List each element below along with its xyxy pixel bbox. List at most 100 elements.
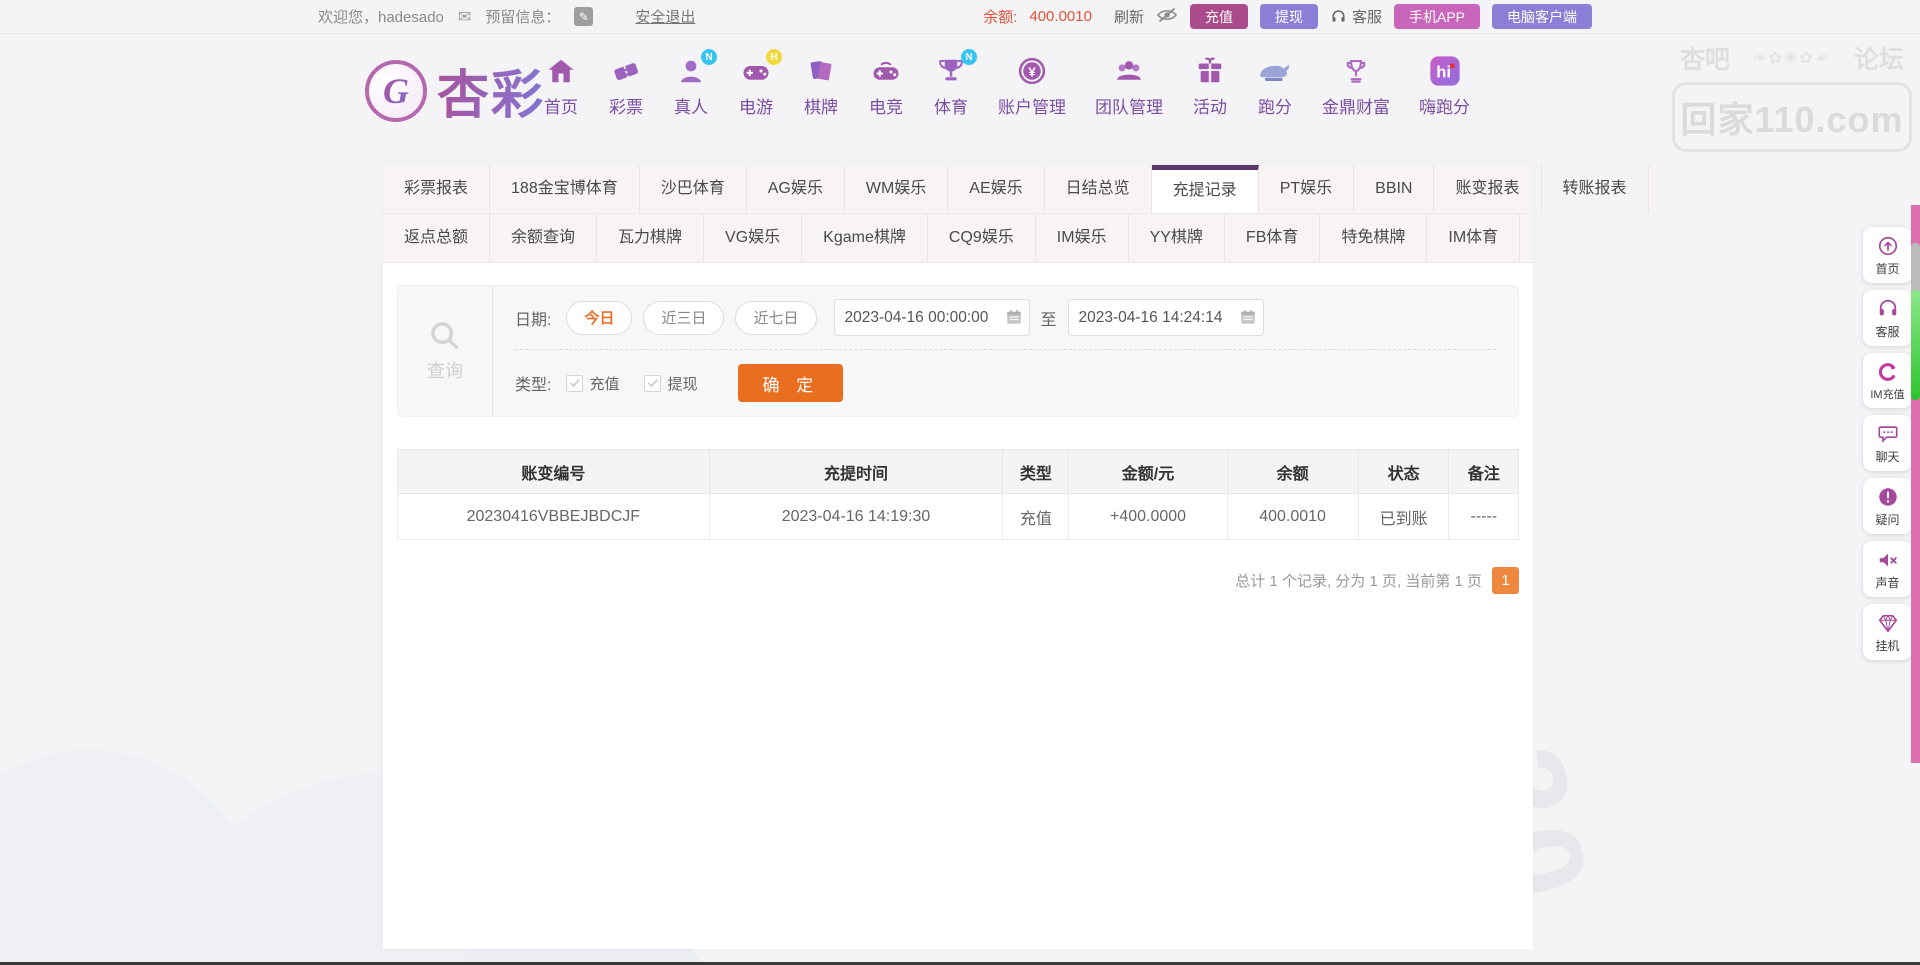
tab-ae-yule[interactable]: AE娱乐 — [948, 165, 1044, 213]
side-item-idle[interactable]: 挂机 — [1863, 604, 1912, 660]
side-item-question[interactable]: 疑问 — [1863, 478, 1912, 534]
tab-vg-yule[interactable]: VG娱乐 — [704, 214, 802, 262]
tab-temian-qipai[interactable]: 特免棋牌 — [1320, 214, 1427, 262]
tab-zhuanzhang-baobiao[interactable]: 转账报表 — [1542, 165, 1649, 213]
col-remark: 备注 — [1449, 450, 1519, 494]
svg-text:¥: ¥ — [1028, 64, 1036, 79]
type-label: 类型: — [515, 371, 551, 395]
nav-item-promotions[interactable]: 活动 — [1192, 53, 1228, 118]
side-item-chat[interactable]: 聊天 — [1863, 415, 1912, 471]
tab-kgame-qipai[interactable]: Kgame棋牌 — [802, 214, 928, 262]
main-panel: 彩票报表 188金宝博体育 沙巴体育 AG娱乐 WM娱乐 AE娱乐 日结总览 充… — [383, 165, 1533, 949]
hot-badge: H — [766, 49, 782, 65]
tab-188-jinbaobo[interactable]: 188金宝博体育 — [490, 165, 640, 213]
search-icon — [428, 319, 462, 353]
checkbox-icon — [566, 375, 583, 392]
nav-item-account[interactable]: ¥ 账户管理 — [998, 53, 1066, 118]
calendar-icon[interactable] — [1239, 308, 1257, 326]
page-1-button[interactable]: 1 — [1492, 567, 1519, 594]
tab-cq9-yule[interactable]: CQ9娱乐 — [928, 214, 1036, 262]
col-type: 类型 — [1003, 450, 1069, 494]
recharge-button[interactable]: 充值 — [1190, 4, 1248, 29]
cell-status: 已到账 — [1358, 494, 1449, 540]
headset-icon — [1330, 9, 1347, 25]
side-item-im-recharge[interactable]: IM充值 — [1863, 353, 1912, 408]
nav-item-egame[interactable]: H 电游 — [738, 53, 774, 118]
logo-text: 杏彩 — [437, 53, 545, 128]
tab-rijie-zonglan[interactable]: 日结总览 — [1045, 165, 1152, 213]
logout-link[interactable]: 安全退出 — [635, 6, 695, 27]
forum-watermark: 杏吧 ❧✿❀✿☙ 论坛 回家110.com — [1672, 40, 1912, 152]
col-time: 充提时间 — [709, 450, 1003, 494]
scrollbar-thumb[interactable] — [1911, 290, 1920, 400]
nav-item-jinding[interactable]: 金鼎财富 — [1322, 53, 1390, 118]
checkbox-icon — [644, 375, 661, 392]
tab-yy-qipai[interactable]: YY棋牌 — [1129, 214, 1225, 262]
date-from-input[interactable] — [834, 299, 1030, 336]
tab-im-tiyu[interactable]: IM体育 — [1427, 214, 1520, 262]
mobile-app-button[interactable]: 手机APP — [1394, 4, 1480, 29]
welcome-text: 欢迎您，hadesado — [318, 6, 444, 27]
col-amount: 金额/元 — [1069, 450, 1227, 494]
mute-speaker-icon — [1877, 549, 1899, 571]
tab-fandian-zonge[interactable]: 返点总额 — [383, 214, 490, 262]
eye-off-icon[interactable] — [1156, 7, 1178, 27]
main-nav: 首页 彩票 N 真人 H 电游 — [543, 53, 1470, 118]
tab-chongti-jilu-active[interactable]: 充提记录 — [1152, 165, 1259, 213]
scrollbar-track[interactable] — [1911, 205, 1920, 763]
confirm-button[interactable]: 确 定 — [738, 364, 843, 402]
nav-item-sports[interactable]: N 体育 — [933, 53, 969, 118]
nav-item-haipaofen[interactable]: hi 嗨跑分 — [1419, 53, 1470, 118]
nav-item-paofen[interactable]: 跑分 — [1257, 53, 1293, 118]
site-logo[interactable]: G 杏彩 — [365, 53, 545, 128]
nav-item-home[interactable]: 首页 — [543, 53, 579, 118]
playing-cards-icon — [803, 53, 839, 89]
tab-wm-yule[interactable]: WM娱乐 — [845, 165, 948, 213]
filter-box: 查询 日期: 今日 近三日 近七日 至 — [397, 285, 1519, 417]
tab-ag-yule[interactable]: AG娱乐 — [747, 165, 845, 213]
gamepad-icon: H — [738, 53, 774, 89]
preset-today-button[interactable]: 今日 — [566, 301, 632, 335]
hi-app-icon: hi — [1427, 53, 1463, 89]
side-item-service[interactable]: 客服 — [1863, 290, 1912, 346]
mail-icon[interactable]: ✉ — [458, 7, 471, 27]
preset-7days-button[interactable]: 近七日 — [735, 301, 816, 335]
tab-pt-yule[interactable]: PT娱乐 — [1259, 165, 1354, 213]
preset-3days-button[interactable]: 近三日 — [643, 301, 724, 335]
tab-im-yule[interactable]: IM娱乐 — [1036, 214, 1129, 262]
checkbox-withdraw[interactable]: 提现 — [644, 373, 697, 394]
table-header-row: 账变编号 充提时间 类型 金额/元 余额 状态 备注 — [398, 450, 1519, 494]
diamond-icon — [1877, 612, 1899, 634]
nav-item-lottery[interactable]: 彩票 — [608, 53, 644, 118]
tab-shaba-tiyu[interactable]: 沙巴体育 — [640, 165, 747, 213]
date-to-input[interactable] — [1068, 299, 1264, 336]
calendar-icon[interactable] — [1005, 308, 1023, 326]
pagination: 总计 1 个记录, 分为 1 页, 当前第 1 页 1 — [397, 567, 1519, 594]
nav-item-cards[interactable]: 棋牌 — [803, 53, 839, 118]
scrollbar-thumb-secondary[interactable] — [1911, 243, 1920, 295]
side-item-home[interactable]: 首页 — [1863, 227, 1912, 283]
nav-item-team[interactable]: 团队管理 — [1095, 53, 1163, 118]
site-header: G 杏彩 首页 彩票 N 真人 — [0, 35, 1920, 160]
pc-client-button[interactable]: 电脑客户端 — [1492, 4, 1592, 29]
tab-wali-qipai[interactable]: 瓦力棋牌 — [597, 214, 704, 262]
filter-divider — [515, 349, 1496, 350]
customer-service-link[interactable]: 客服 — [1330, 6, 1382, 27]
tab-yue-chaxun[interactable]: 余额查询 — [490, 214, 597, 262]
tab-zhangbian-baobiao[interactable]: 账变报表 — [1434, 165, 1541, 213]
tab-caipiao-baobiao[interactable]: 彩票报表 — [383, 165, 490, 213]
ticket-icon — [608, 53, 644, 89]
refresh-button[interactable]: 刷新 — [1114, 6, 1144, 27]
watermark-flourish: ❧✿❀✿☙ — [1730, 48, 1854, 68]
side-item-sound[interactable]: 声音 — [1863, 541, 1912, 597]
tab-bbin[interactable]: BBIN — [1354, 165, 1434, 213]
edit-icon[interactable]: ✎ — [574, 7, 593, 26]
logo-emblem-icon: G — [365, 60, 427, 122]
cell-account-change-id: 20230416VBBEJBDCJF — [398, 494, 710, 540]
withdraw-button[interactable]: 提现 — [1260, 4, 1318, 29]
tab-fb-tiyu[interactable]: FB体育 — [1225, 214, 1320, 262]
cell-amount: +400.0000 — [1069, 494, 1227, 540]
nav-item-live[interactable]: N 真人 — [673, 53, 709, 118]
nav-item-esports[interactable]: 电竞 — [868, 53, 904, 118]
checkbox-recharge[interactable]: 充值 — [566, 373, 619, 394]
